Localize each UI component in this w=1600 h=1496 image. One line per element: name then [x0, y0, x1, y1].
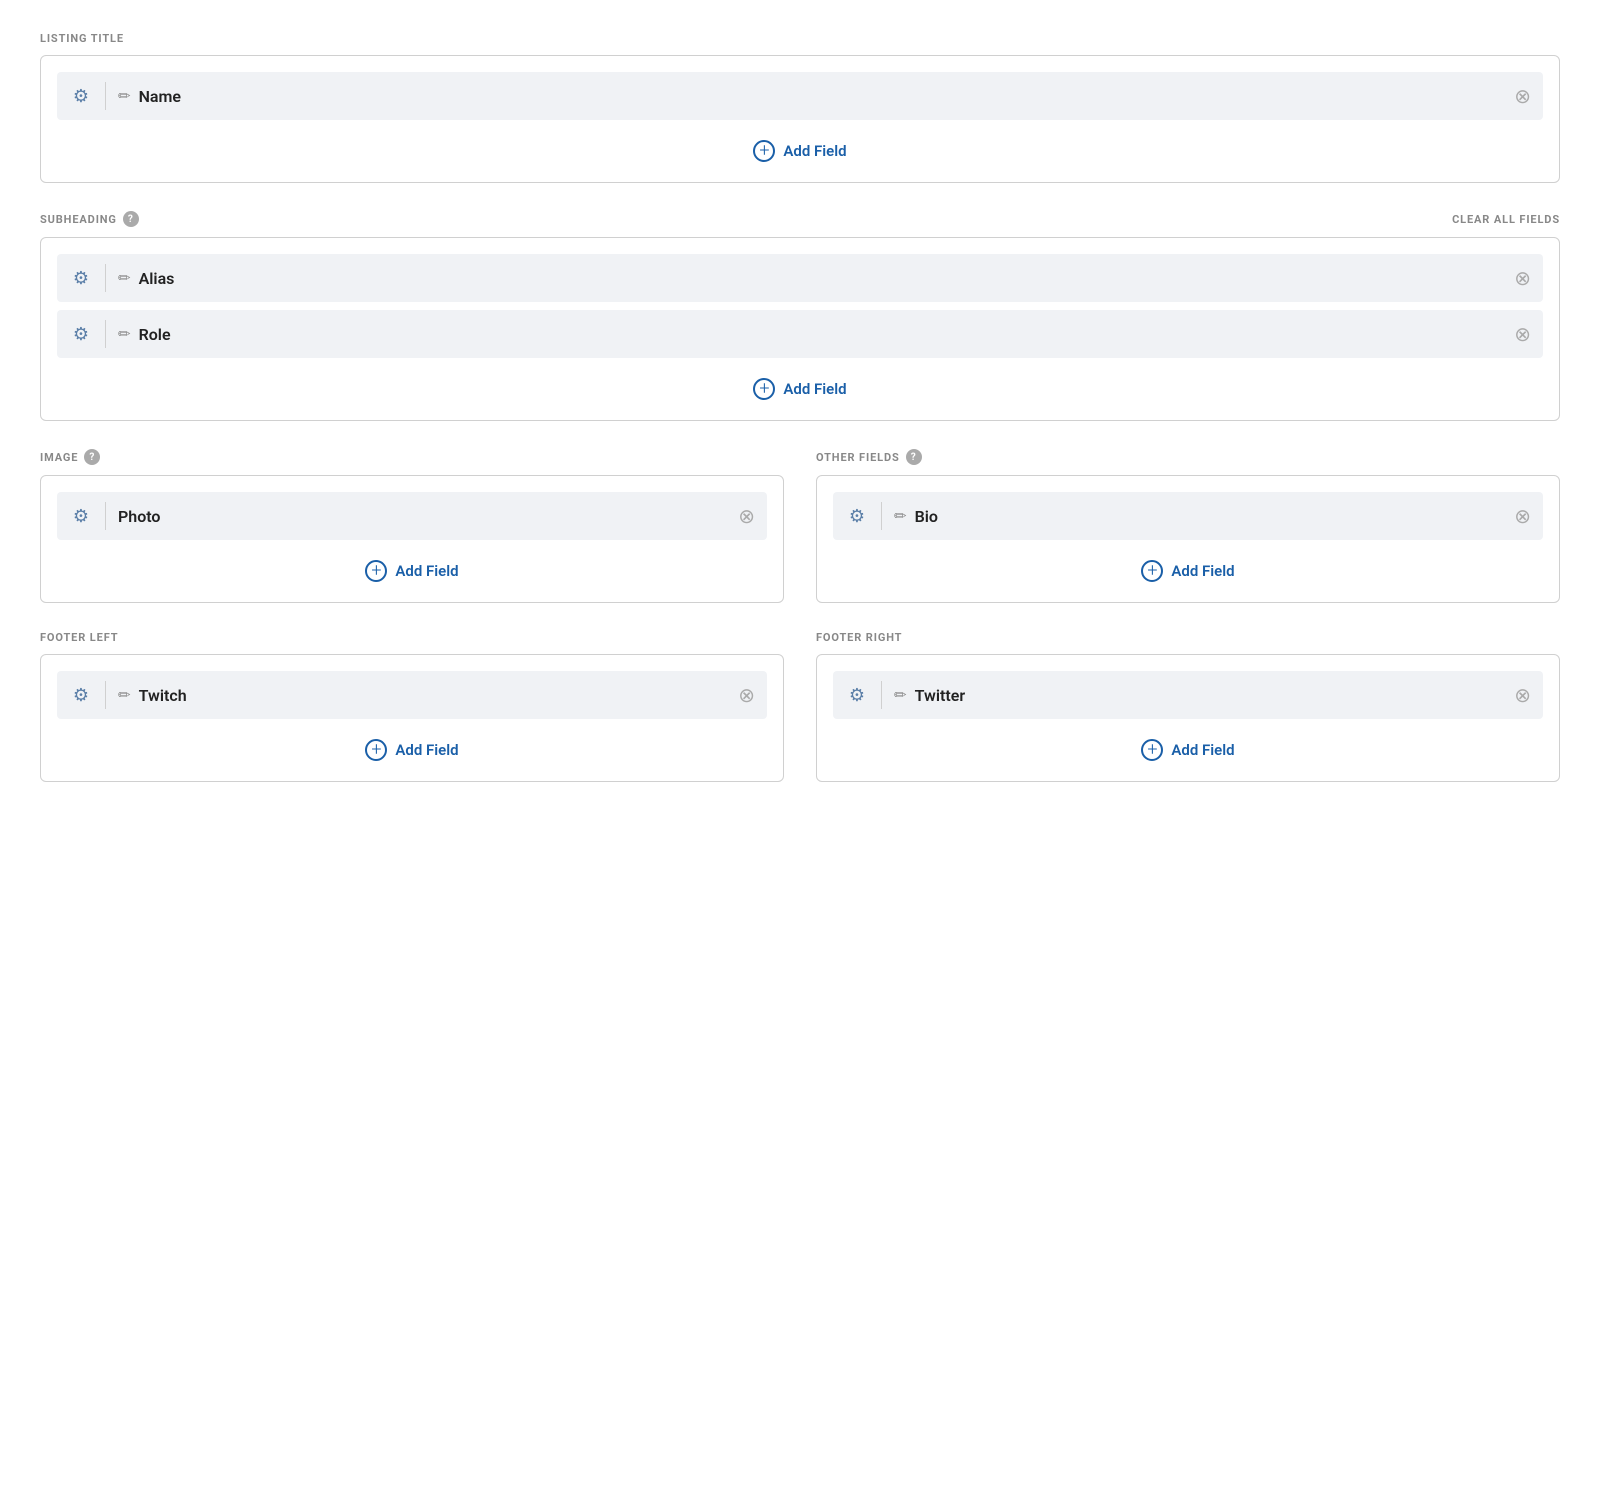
- pencil-icon: ✏: [894, 686, 907, 704]
- table-row: ⚙ ✏ Name ⊗: [57, 72, 1543, 120]
- other-fields-section: OTHER FIELDS ? ⚙ ✏ Bio ⊗ + Add Field: [816, 449, 1560, 631]
- table-row: ⚙ Photo ⊗: [57, 492, 767, 540]
- plus-circle-icon: +: [1141, 739, 1163, 761]
- help-icon[interactable]: ?: [84, 449, 100, 465]
- footer-left-label: FOOTER LEFT: [40, 631, 118, 644]
- add-field-button[interactable]: + Add Field: [57, 548, 767, 586]
- field-name-label: Twitch: [139, 686, 739, 705]
- close-icon[interactable]: ⊗: [738, 683, 755, 707]
- pencil-icon: ✏: [118, 269, 131, 287]
- add-field-button[interactable]: + Add Field: [57, 727, 767, 765]
- divider: [881, 502, 882, 530]
- subheading-label: SUBHEADING: [40, 213, 117, 226]
- divider: [105, 320, 106, 348]
- add-field-label: Add Field: [395, 562, 458, 580]
- listing-title-label: LISTING TITLE: [40, 32, 124, 45]
- plus-circle-icon: +: [753, 378, 775, 400]
- add-field-button[interactable]: + Add Field: [833, 548, 1543, 586]
- listing-title-section: LISTING TITLE ⚙ ✏ Name ⊗ + Add Field: [40, 32, 1560, 183]
- table-row: ⚙ ✏ Twitter ⊗: [833, 671, 1543, 719]
- field-name-label: Name: [139, 87, 1515, 106]
- close-icon[interactable]: ⊗: [1514, 322, 1531, 346]
- table-row: ⚙ ✏ Bio ⊗: [833, 492, 1543, 540]
- image-section: IMAGE ? ⚙ Photo ⊗ + Add Field: [40, 449, 784, 631]
- clear-all-button[interactable]: CLEAR ALL FIELDS: [1452, 213, 1560, 226]
- two-col-row-1: IMAGE ? ⚙ Photo ⊗ + Add Field OTHER FIEL…: [40, 449, 1560, 631]
- pencil-icon: ✏: [118, 325, 131, 343]
- table-row: ⚙ ✏ Role ⊗: [57, 310, 1543, 358]
- subheading-card: ⚙ ✏ Alias ⊗ ⚙ ✏ Role ⊗ + Add Field: [40, 237, 1560, 421]
- table-row: ⚙ ✏ Twitch ⊗: [57, 671, 767, 719]
- close-icon[interactable]: ⊗: [1514, 504, 1531, 528]
- image-card: ⚙ Photo ⊗ + Add Field: [40, 475, 784, 603]
- add-field-button[interactable]: + Add Field: [57, 128, 1543, 166]
- gear-icon[interactable]: ⚙: [833, 671, 881, 719]
- pencil-icon: ✏: [118, 686, 131, 704]
- gear-icon[interactable]: ⚙: [57, 492, 105, 540]
- field-name-label: Twitter: [915, 686, 1515, 705]
- add-field-label: Add Field: [1171, 562, 1234, 580]
- close-icon[interactable]: ⊗: [738, 504, 755, 528]
- other-fields-label: OTHER FIELDS: [816, 451, 900, 464]
- gear-icon[interactable]: ⚙: [57, 254, 105, 302]
- add-field-button[interactable]: + Add Field: [833, 727, 1543, 765]
- add-field-label: Add Field: [783, 142, 846, 160]
- divider: [105, 681, 106, 709]
- footer-right-section: FOOTER RIGHT ⚙ ✏ Twitter ⊗ + Add Field: [816, 631, 1560, 810]
- field-name-label: Photo: [118, 507, 738, 526]
- gear-icon[interactable]: ⚙: [57, 72, 105, 120]
- plus-circle-icon: +: [753, 140, 775, 162]
- footer-right-card: ⚙ ✏ Twitter ⊗ + Add Field: [816, 654, 1560, 782]
- footer-left-card: ⚙ ✏ Twitch ⊗ + Add Field: [40, 654, 784, 782]
- plus-circle-icon: +: [365, 560, 387, 582]
- add-field-button[interactable]: + Add Field: [57, 366, 1543, 404]
- close-icon[interactable]: ⊗: [1514, 84, 1531, 108]
- divider: [105, 82, 106, 110]
- divider: [881, 681, 882, 709]
- divider: [105, 502, 106, 530]
- field-name-label: Role: [139, 325, 1515, 344]
- pencil-icon: ✏: [118, 87, 131, 105]
- help-icon[interactable]: ?: [906, 449, 922, 465]
- other-fields-card: ⚙ ✏ Bio ⊗ + Add Field: [816, 475, 1560, 603]
- gear-icon[interactable]: ⚙: [57, 310, 105, 358]
- footer-left-section: FOOTER LEFT ⚙ ✏ Twitch ⊗ + Add Field: [40, 631, 784, 810]
- close-icon[interactable]: ⊗: [1514, 683, 1531, 707]
- image-label: IMAGE: [40, 451, 78, 464]
- divider: [105, 264, 106, 292]
- plus-circle-icon: +: [365, 739, 387, 761]
- footer-right-label: FOOTER RIGHT: [816, 631, 902, 644]
- help-icon[interactable]: ?: [123, 211, 139, 227]
- subheading-section: SUBHEADING ? CLEAR ALL FIELDS ⚙ ✏ Alias …: [40, 211, 1560, 421]
- table-row: ⚙ ✏ Alias ⊗: [57, 254, 1543, 302]
- field-name-label: Bio: [915, 507, 1515, 526]
- gear-icon[interactable]: ⚙: [57, 671, 105, 719]
- listing-title-card: ⚙ ✏ Name ⊗ + Add Field: [40, 55, 1560, 183]
- gear-icon[interactable]: ⚙: [833, 492, 881, 540]
- plus-circle-icon: +: [1141, 560, 1163, 582]
- field-name-label: Alias: [139, 269, 1515, 288]
- add-field-label: Add Field: [783, 380, 846, 398]
- pencil-icon: ✏: [894, 507, 907, 525]
- add-field-label: Add Field: [1171, 741, 1234, 759]
- two-col-row-2: FOOTER LEFT ⚙ ✏ Twitch ⊗ + Add Field FOO…: [40, 631, 1560, 810]
- close-icon[interactable]: ⊗: [1514, 266, 1531, 290]
- add-field-label: Add Field: [395, 741, 458, 759]
